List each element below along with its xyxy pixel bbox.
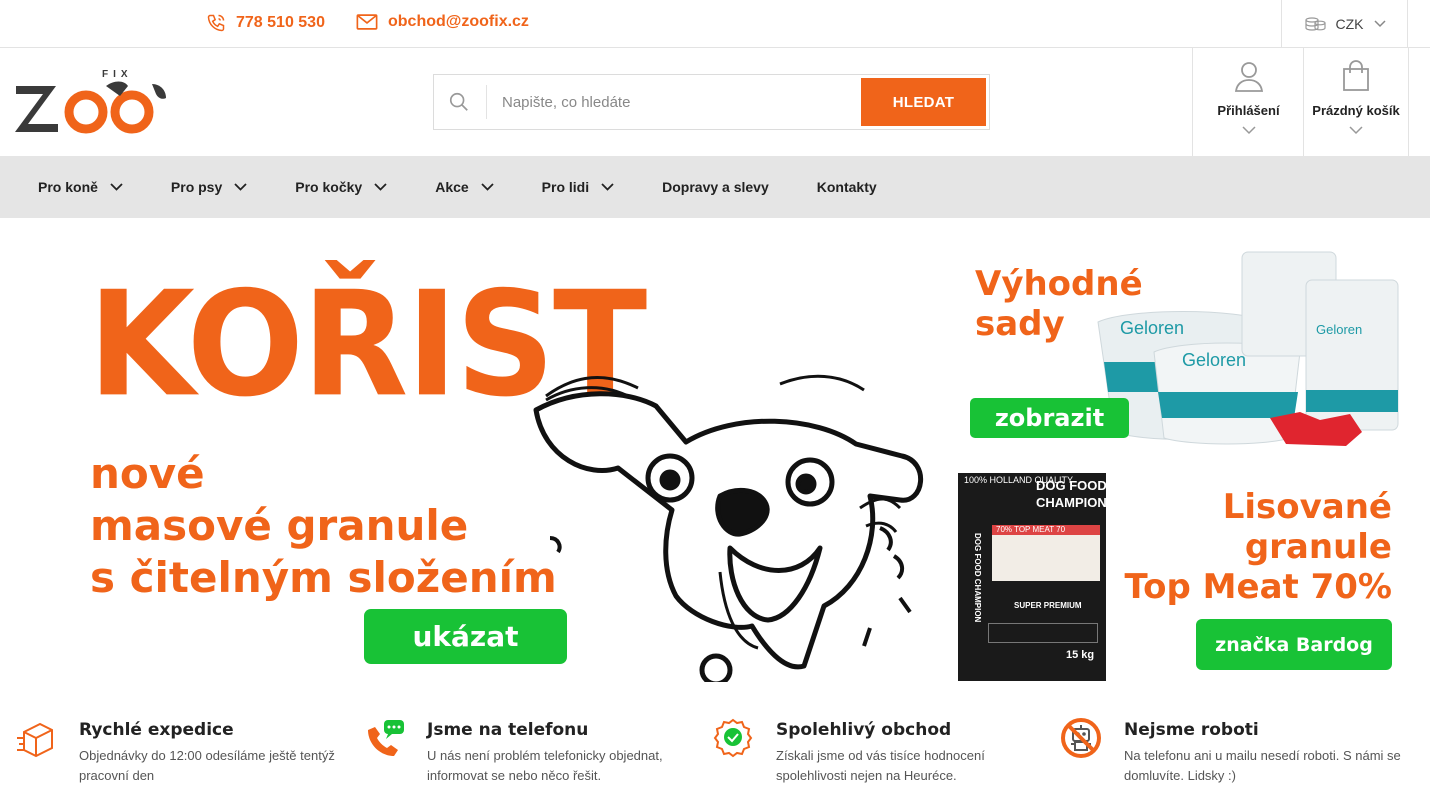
- phone-icon: [207, 14, 225, 32]
- dog-food-bag-image: 100% HOLLAND QUALITY DOG FOOD CHAMPION 7…: [958, 473, 1107, 681]
- nav-item-dopravy-a-slevy[interactable]: Dopravy a slevy: [662, 179, 769, 195]
- phone-number: 778 510 530: [236, 14, 325, 31]
- promo2-line-3: Top Meat 70%: [1124, 567, 1392, 607]
- feature-title: Spolehlivý obchod: [776, 720, 952, 740]
- chevron-down-icon: [110, 183, 123, 191]
- feature-description: Získali jsme od vás tisíce hodnocení spo…: [776, 748, 985, 783]
- nav-item-pro-kočky[interactable]: Pro kočky: [295, 179, 387, 195]
- promo2-line-1: Lisované: [1222, 487, 1392, 527]
- bag-title: DOG FOOD CHAMPION: [1036, 477, 1107, 511]
- svg-text:Geloren: Geloren: [1182, 350, 1246, 370]
- hero-line-2: masové granule: [90, 501, 469, 550]
- bag-grade: SUPER PREMIUM: [1014, 601, 1082, 610]
- award-badge-icon: [713, 718, 753, 758]
- nav-item-label: Pro kočky: [295, 179, 363, 195]
- cart-label: Prázdný košík: [1312, 103, 1400, 118]
- promo1-show-button[interactable]: zobrazit: [970, 398, 1129, 438]
- zoofix-logo[interactable]: FIX: [14, 68, 169, 138]
- user-icon: [1234, 62, 1263, 92]
- search-button[interactable]: HLEDAT: [861, 78, 986, 126]
- logo-fix-text: FIX: [102, 69, 133, 80]
- promo1-line-1: Výhodné: [975, 264, 1143, 304]
- dog-illustration: [533, 374, 923, 682]
- promo2-line-2: granule: [1244, 527, 1392, 567]
- feature-title: Rychlé expedice: [79, 720, 234, 740]
- mail-icon: [356, 14, 378, 30]
- login-label: Přihlášení: [1217, 103, 1280, 118]
- login-button[interactable]: Přihlášení: [1192, 48, 1304, 156]
- features-strip: Rychlé expedice Objednávky do 12:00 odes…: [0, 700, 1430, 800]
- feature-title: Jsme na telefonu: [427, 720, 589, 740]
- chevron-down-icon: [1241, 126, 1256, 135]
- feature-title: Nejsme roboti: [1124, 720, 1259, 740]
- promo1-line-2: sady: [975, 304, 1065, 344]
- nav-item-label: Pro psy: [170, 179, 223, 195]
- nav-item-label: Dopravy a slevy: [662, 179, 769, 195]
- phone-chat-icon: [368, 720, 404, 756]
- feature-description: Objednávky do 12:00 odesíláme ještě tent…: [79, 748, 335, 783]
- bag-stripe: 70% TOP MEAT 70: [992, 525, 1100, 535]
- nav-item-akce[interactable]: Akce: [435, 179, 494, 195]
- cart-button[interactable]: Prázdný košík: [1303, 48, 1409, 156]
- phone-link[interactable]: 778 510 530: [206, 13, 325, 33]
- search-bar: HLEDAT: [433, 74, 990, 130]
- promo1-text: Výhodné sady: [975, 264, 1143, 344]
- nav-item-label: Akce: [435, 179, 469, 195]
- chevron-down-icon: [234, 183, 247, 191]
- promo-banner-sets[interactable]: Geloren Geloren Geloren Výhodné sady zob…: [958, 242, 1408, 450]
- nav-item-label: Kontakty: [816, 179, 877, 195]
- promo2-brand-button[interactable]: značka Bardog: [1196, 619, 1392, 670]
- hero-line-3: s čitelným složením: [90, 553, 557, 602]
- chevron-down-icon: [481, 183, 494, 191]
- chevron-down-icon: [601, 183, 614, 191]
- nav-item-label: Pro koně: [38, 179, 98, 195]
- hero-subtitle: nové masové granule s čitelným složením: [90, 448, 557, 604]
- search-icon: [449, 92, 468, 111]
- bag-title-2: CHAMPION: [1036, 495, 1107, 510]
- nav-item-kontakty[interactable]: Kontakty: [817, 179, 877, 195]
- chevron-down-icon: [1349, 126, 1363, 135]
- coins-icon: [1304, 16, 1326, 31]
- promo2-text: Lisované granule Top Meat 70%: [1124, 487, 1392, 607]
- shopping-bag-icon: [1343, 60, 1369, 91]
- hero-banner[interactable]: KOŘIST nové masové granule s čitelným sl…: [0, 218, 945, 682]
- main-navigation: Pro koně Pro psy Pro kočky Akce Pro lidi Dopr…: [0, 156, 1430, 218]
- chevron-down-icon: [1373, 19, 1386, 27]
- search-divider: [486, 85, 487, 119]
- feature-description: Na telefonu ani u mailu nesedí roboti. S…: [1124, 748, 1401, 783]
- top-contact-bar: 778 510 530 obchod@zoofix.cz CZK: [0, 0, 1430, 48]
- email-link[interactable]: obchod@zoofix.cz: [356, 13, 529, 31]
- currency-selector[interactable]: CZK: [1281, 0, 1408, 47]
- nav-item-pro-lidi[interactable]: Pro lidi: [542, 179, 614, 195]
- bag-icons-row: [988, 623, 1098, 643]
- currency-label: CZK: [1335, 15, 1364, 32]
- chevron-down-icon: [374, 183, 387, 191]
- hero-line-1: nové: [90, 449, 205, 498]
- bag-side-text: DOG FOOD CHAMPION: [973, 533, 982, 623]
- nav-item-label: Pro lidi: [541, 179, 590, 195]
- feature-description: U nás není problém telefonicky objednat,…: [427, 748, 663, 783]
- promo-banner-top-meat[interactable]: 100% HOLLAND QUALITY DOG FOOD CHAMPION 7…: [958, 473, 1408, 681]
- site-header: FIX HLEDAT Přihlášení Prázdný košík: [0, 48, 1430, 156]
- bag-weight: 15 kg: [1066, 649, 1095, 661]
- search-input[interactable]: [502, 87, 862, 117]
- hero-show-button[interactable]: ukázat: [364, 609, 567, 664]
- nav-item-pro-koně[interactable]: Pro koně: [38, 179, 123, 195]
- no-robot-icon: [1061, 718, 1101, 758]
- bag-title-1: DOG FOOD: [1036, 478, 1107, 493]
- package-icon: [17, 722, 53, 758]
- svg-text:Geloren: Geloren: [1316, 322, 1362, 337]
- email-address: obchod@zoofix.cz: [388, 13, 529, 30]
- nav-item-pro-psy[interactable]: Pro psy: [171, 179, 247, 195]
